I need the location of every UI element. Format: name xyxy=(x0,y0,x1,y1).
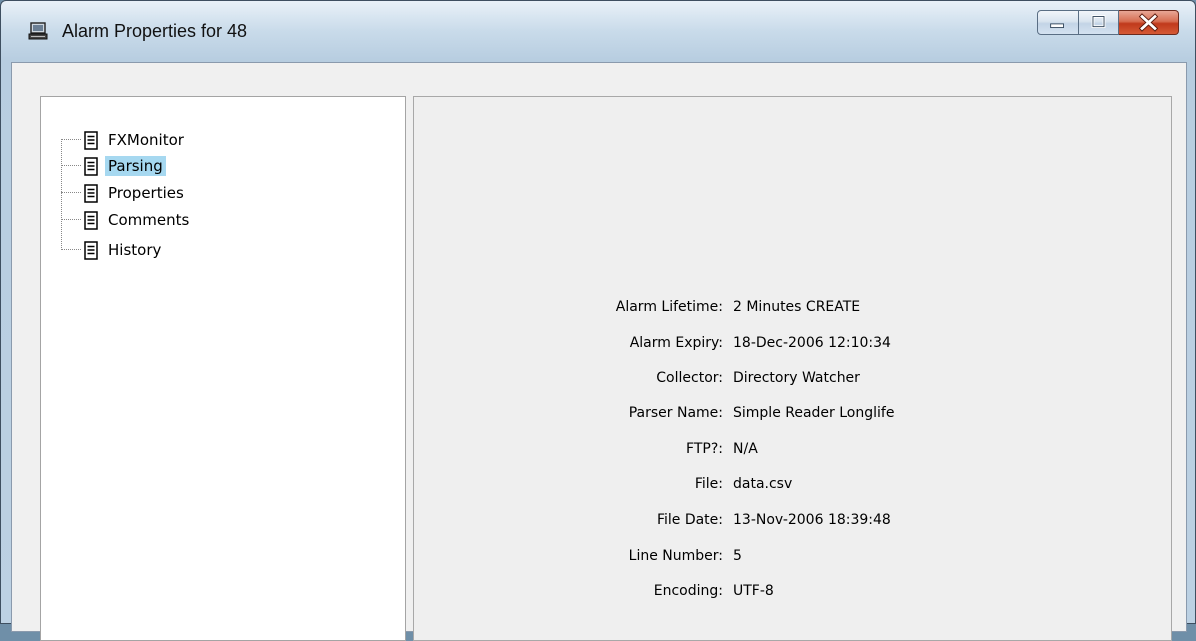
row-parser-name: Parser Name: Simple Reader Longlife xyxy=(414,405,1173,429)
tree-connector xyxy=(61,165,81,167)
tree-connector xyxy=(61,219,81,221)
row-collector: Collector: Directory Watcher xyxy=(414,370,1173,394)
prop-value: N/A xyxy=(733,441,758,457)
tree-item-label: FXMonitor xyxy=(108,131,184,149)
row-file-date: File Date: 13-Nov-2006 18:39:48 xyxy=(414,512,1173,536)
row-line-number: Line Number: 5 xyxy=(414,548,1173,572)
prop-value: 13-Nov-2006 18:39:48 xyxy=(733,512,891,528)
prop-label: Collector: xyxy=(656,370,723,386)
prop-label: FTP?: xyxy=(686,441,723,457)
prop-value: data.csv xyxy=(733,476,793,492)
prop-label: File: xyxy=(694,476,723,492)
tree-item-label: Properties xyxy=(108,184,184,202)
prop-label: Line Number: xyxy=(628,548,723,564)
computer-icon xyxy=(28,22,48,40)
document-icon xyxy=(84,210,98,230)
tree-item-parsing[interactable]: Parsing xyxy=(61,154,166,178)
tree-item-label: Comments xyxy=(108,211,190,229)
client-area: FXMonitor Parsing Properties Comments Hi… xyxy=(11,62,1187,641)
prop-label: Parser Name: xyxy=(628,405,723,421)
tree-connector xyxy=(61,249,81,251)
row-alarm-lifetime: Alarm Lifetime: 2 Minutes CREATE xyxy=(414,299,1173,323)
prop-label: File Date: xyxy=(656,512,723,528)
tree-connector xyxy=(61,139,81,141)
tree-item-history[interactable]: History xyxy=(61,238,164,262)
row-encoding: Encoding: UTF-8 xyxy=(414,583,1173,607)
prop-value: Directory Watcher xyxy=(733,370,860,386)
minimize-button[interactable] xyxy=(1037,10,1079,35)
prop-value: 18-Dec-2006 12:10:34 xyxy=(733,335,891,351)
navigation-tree: FXMonitor Parsing Properties Comments Hi… xyxy=(40,96,406,641)
tree-item-comments[interactable]: Comments xyxy=(61,208,192,232)
document-icon xyxy=(84,183,98,203)
prop-value: 5 xyxy=(733,548,742,564)
prop-label: Alarm Expiry: xyxy=(629,335,723,351)
prop-value: UTF-8 xyxy=(733,583,774,599)
maximize-icon xyxy=(1079,11,1118,34)
prop-value: 2 Minutes CREATE xyxy=(733,299,861,315)
document-icon xyxy=(84,240,98,260)
alarm-properties-window: Alarm Properties for 48 FXMonitor Parsin… xyxy=(0,0,1196,641)
title-bar[interactable]: Alarm Properties for 48 xyxy=(1,1,1195,63)
tree-connector xyxy=(61,192,81,194)
prop-label: Alarm Lifetime: xyxy=(615,299,723,315)
tree-item-fxmonitor[interactable]: FXMonitor xyxy=(61,128,187,152)
maximize-button[interactable] xyxy=(1079,10,1119,35)
tree-item-properties[interactable]: Properties xyxy=(61,181,187,205)
document-icon xyxy=(84,130,98,150)
row-ftp: FTP?: N/A xyxy=(414,441,1173,465)
row-file: File: data.csv xyxy=(414,476,1173,500)
prop-label: Encoding: xyxy=(653,583,723,599)
window-title: Alarm Properties for 48 xyxy=(62,21,248,41)
tree-item-label: Parsing xyxy=(105,156,166,176)
document-icon xyxy=(84,156,98,176)
tree-item-label: History xyxy=(108,241,162,259)
caption-buttons xyxy=(1037,10,1179,37)
row-alarm-expiry: Alarm Expiry: 18-Dec-2006 12:10:34 xyxy=(414,335,1173,359)
parsing-details-panel: Alarm Lifetime: 2 Minutes CREATE Alarm E… xyxy=(413,96,1172,641)
close-icon xyxy=(1119,11,1178,34)
close-button[interactable] xyxy=(1119,10,1179,35)
minimize-icon xyxy=(1038,11,1078,34)
prop-value: Simple Reader Longlife xyxy=(733,405,895,421)
